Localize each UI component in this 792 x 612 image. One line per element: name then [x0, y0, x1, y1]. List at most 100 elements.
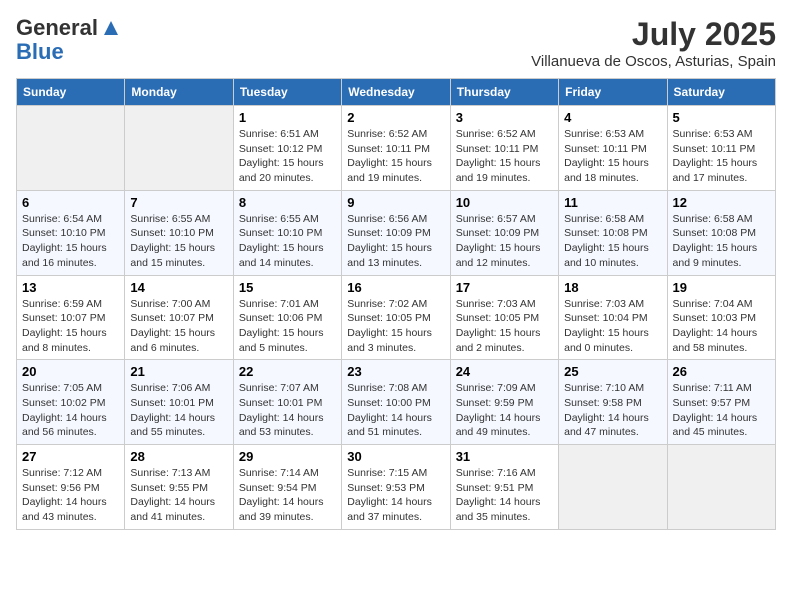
day-info: Sunrise: 7:02 AMSunset: 10:05 PMDaylight… — [347, 297, 444, 356]
day-number: 20 — [22, 364, 119, 379]
title-block: July 2025 Villanueva de Oscos, Asturias,… — [531, 16, 776, 70]
day-info: Sunrise: 7:12 AMSunset: 9:56 PMDaylight:… — [22, 466, 119, 525]
day-number: 1 — [239, 110, 336, 125]
day-number: 11 — [564, 195, 661, 210]
table-row: 21 Sunrise: 7:06 AMSunset: 10:01 PMDaylig… — [125, 360, 233, 445]
page-header: General Blue July 2025 Villanueva de Osc… — [16, 16, 776, 70]
day-info: Sunrise: 7:16 AMSunset: 9:51 PMDaylight:… — [456, 466, 553, 525]
day-number: 15 — [239, 280, 336, 295]
col-monday: Monday — [125, 79, 233, 106]
table-row: 7 Sunrise: 6:55 AMSunset: 10:10 PMDayligh… — [125, 190, 233, 275]
calendar-week-row: 1 Sunrise: 6:51 AMSunset: 10:12 PMDayligh… — [17, 106, 776, 191]
calendar-week-row: 6Sunrise: 6:54 AMSunset: 10:10 PMDayligh… — [17, 190, 776, 275]
table-row: 6Sunrise: 6:54 AMSunset: 10:10 PMDayligh… — [17, 190, 125, 275]
day-info: Sunrise: 6:59 AMSunset: 10:07 PMDaylight… — [22, 297, 119, 356]
col-friday: Friday — [559, 79, 667, 106]
day-info: Sunrise: 7:05 AMSunset: 10:02 PMDaylight… — [22, 381, 119, 440]
day-info: Sunrise: 7:07 AMSunset: 10:01 PMDaylight… — [239, 381, 336, 440]
day-number: 30 — [347, 449, 444, 464]
day-number: 7 — [130, 195, 227, 210]
table-row: 16 Sunrise: 7:02 AMSunset: 10:05 PMDaylig… — [342, 275, 450, 360]
day-number: 18 — [564, 280, 661, 295]
col-saturday: Saturday — [667, 79, 775, 106]
table-row: 18 Sunrise: 7:03 AMSunset: 10:04 PMDaylig… — [559, 275, 667, 360]
table-row: 10Sunrise: 6:57 AMSunset: 10:09 PMDaylig… — [450, 190, 558, 275]
table-row: 19Sunrise: 7:04 AMSunset: 10:03 PMDaylig… — [667, 275, 775, 360]
day-info: Sunrise: 7:15 AMSunset: 9:53 PMDaylight:… — [347, 466, 444, 525]
day-number: 25 — [564, 364, 661, 379]
day-number: 10 — [456, 195, 553, 210]
table-row: 14 Sunrise: 7:00 AMSunset: 10:07 PMDaylig… — [125, 275, 233, 360]
table-row: 31Sunrise: 7:16 AMSunset: 9:51 PMDayligh… — [450, 445, 558, 530]
table-row: 13 Sunrise: 6:59 AMSunset: 10:07 PMDaylig… — [17, 275, 125, 360]
col-tuesday: Tuesday — [233, 79, 341, 106]
day-info: Sunrise: 7:14 AMSunset: 9:54 PMDaylight:… — [239, 466, 336, 525]
calendar-week-row: 27 Sunrise: 7:12 AMSunset: 9:56 PMDayligh… — [17, 445, 776, 530]
table-row: 28 Sunrise: 7:13 AMSunset: 9:55 PMDayligh… — [125, 445, 233, 530]
day-info: Sunrise: 7:13 AMSunset: 9:55 PMDaylight:… — [130, 466, 227, 525]
day-info: Sunrise: 6:52 AMSunset: 10:11 PMDaylight… — [456, 127, 553, 186]
day-info: Sunrise: 6:58 AMSunset: 10:08 PMDaylight… — [564, 212, 661, 271]
day-number: 24 — [456, 364, 553, 379]
logo-blue: Blue — [16, 39, 64, 64]
day-info: Sunrise: 6:56 AMSunset: 10:09 PMDaylight… — [347, 212, 444, 271]
col-wednesday: Wednesday — [342, 79, 450, 106]
calendar-week-row: 20 Sunrise: 7:05 AMSunset: 10:02 PMDaylig… — [17, 360, 776, 445]
day-info: Sunrise: 7:03 AMSunset: 10:05 PMDaylight… — [456, 297, 553, 356]
day-number: 28 — [130, 449, 227, 464]
table-row — [559, 445, 667, 530]
day-number: 5 — [673, 110, 770, 125]
day-info: Sunrise: 7:01 AMSunset: 10:06 PMDaylight… — [239, 297, 336, 356]
month-year: July 2025 — [531, 16, 776, 53]
calendar-header-row: Sunday Monday Tuesday Wednesday Thursday… — [17, 79, 776, 106]
day-number: 16 — [347, 280, 444, 295]
day-number: 29 — [239, 449, 336, 464]
day-number: 9 — [347, 195, 444, 210]
table-row: 23Sunrise: 7:08 AMSunset: 10:00 PMDaylig… — [342, 360, 450, 445]
day-info: Sunrise: 6:55 AMSunset: 10:10 PMDaylight… — [130, 212, 227, 271]
calendar-week-row: 13 Sunrise: 6:59 AMSunset: 10:07 PMDaylig… — [17, 275, 776, 360]
table-row: 12Sunrise: 6:58 AMSunset: 10:08 PMDaylig… — [667, 190, 775, 275]
day-number: 22 — [239, 364, 336, 379]
day-info: Sunrise: 6:53 AMSunset: 10:11 PMDaylight… — [673, 127, 770, 186]
table-row: 3 Sunrise: 6:52 AMSunset: 10:11 PMDayligh… — [450, 106, 558, 191]
table-row: 30 Sunrise: 7:15 AMSunset: 9:53 PMDayligh… — [342, 445, 450, 530]
day-number: 14 — [130, 280, 227, 295]
day-number: 4 — [564, 110, 661, 125]
table-row: 9 Sunrise: 6:56 AMSunset: 10:09 PMDayligh… — [342, 190, 450, 275]
day-number: 17 — [456, 280, 553, 295]
col-sunday: Sunday — [17, 79, 125, 106]
day-info: Sunrise: 6:55 AMSunset: 10:10 PMDaylight… — [239, 212, 336, 271]
day-info: Sunrise: 7:06 AMSunset: 10:01 PMDaylight… — [130, 381, 227, 440]
day-number: 3 — [456, 110, 553, 125]
table-row — [125, 106, 233, 191]
table-row: 17 Sunrise: 7:03 AMSunset: 10:05 PMDaylig… — [450, 275, 558, 360]
table-row: 22 Sunrise: 7:07 AMSunset: 10:01 PMDaylig… — [233, 360, 341, 445]
day-number: 21 — [130, 364, 227, 379]
table-row: 20 Sunrise: 7:05 AMSunset: 10:02 PMDaylig… — [17, 360, 125, 445]
day-info: Sunrise: 7:03 AMSunset: 10:04 PMDaylight… — [564, 297, 661, 356]
table-row: 24 Sunrise: 7:09 AMSunset: 9:59 PMDayligh… — [450, 360, 558, 445]
day-info: Sunrise: 6:51 AMSunset: 10:12 PMDaylight… — [239, 127, 336, 186]
table-row: 4 Sunrise: 6:53 AMSunset: 10:11 PMDayligh… — [559, 106, 667, 191]
logo-triangle-icon — [104, 21, 118, 40]
table-row: 25 Sunrise: 7:10 AMSunset: 9:58 PMDayligh… — [559, 360, 667, 445]
logo: General Blue — [16, 16, 118, 64]
day-number: 23 — [347, 364, 444, 379]
table-row: 1 Sunrise: 6:51 AMSunset: 10:12 PMDayligh… — [233, 106, 341, 191]
day-info: Sunrise: 7:00 AMSunset: 10:07 PMDaylight… — [130, 297, 227, 356]
col-thursday: Thursday — [450, 79, 558, 106]
table-row: 29 Sunrise: 7:14 AMSunset: 9:54 PMDayligh… — [233, 445, 341, 530]
day-number: 2 — [347, 110, 444, 125]
day-number: 13 — [22, 280, 119, 295]
day-info: Sunrise: 7:04 AMSunset: 10:03 PMDaylight… — [673, 297, 770, 356]
table-row: 5 Sunrise: 6:53 AMSunset: 10:11 PMDayligh… — [667, 106, 775, 191]
day-info: Sunrise: 7:09 AMSunset: 9:59 PMDaylight:… — [456, 381, 553, 440]
day-number: 27 — [22, 449, 119, 464]
table-row: 2Sunrise: 6:52 AMSunset: 10:11 PMDayligh… — [342, 106, 450, 191]
day-info: Sunrise: 6:53 AMSunset: 10:11 PMDaylight… — [564, 127, 661, 186]
table-row: 11 Sunrise: 6:58 AMSunset: 10:08 PMDaylig… — [559, 190, 667, 275]
day-info: Sunrise: 7:11 AMSunset: 9:57 PMDaylight:… — [673, 381, 770, 440]
table-row — [667, 445, 775, 530]
day-info: Sunrise: 7:10 AMSunset: 9:58 PMDaylight:… — [564, 381, 661, 440]
